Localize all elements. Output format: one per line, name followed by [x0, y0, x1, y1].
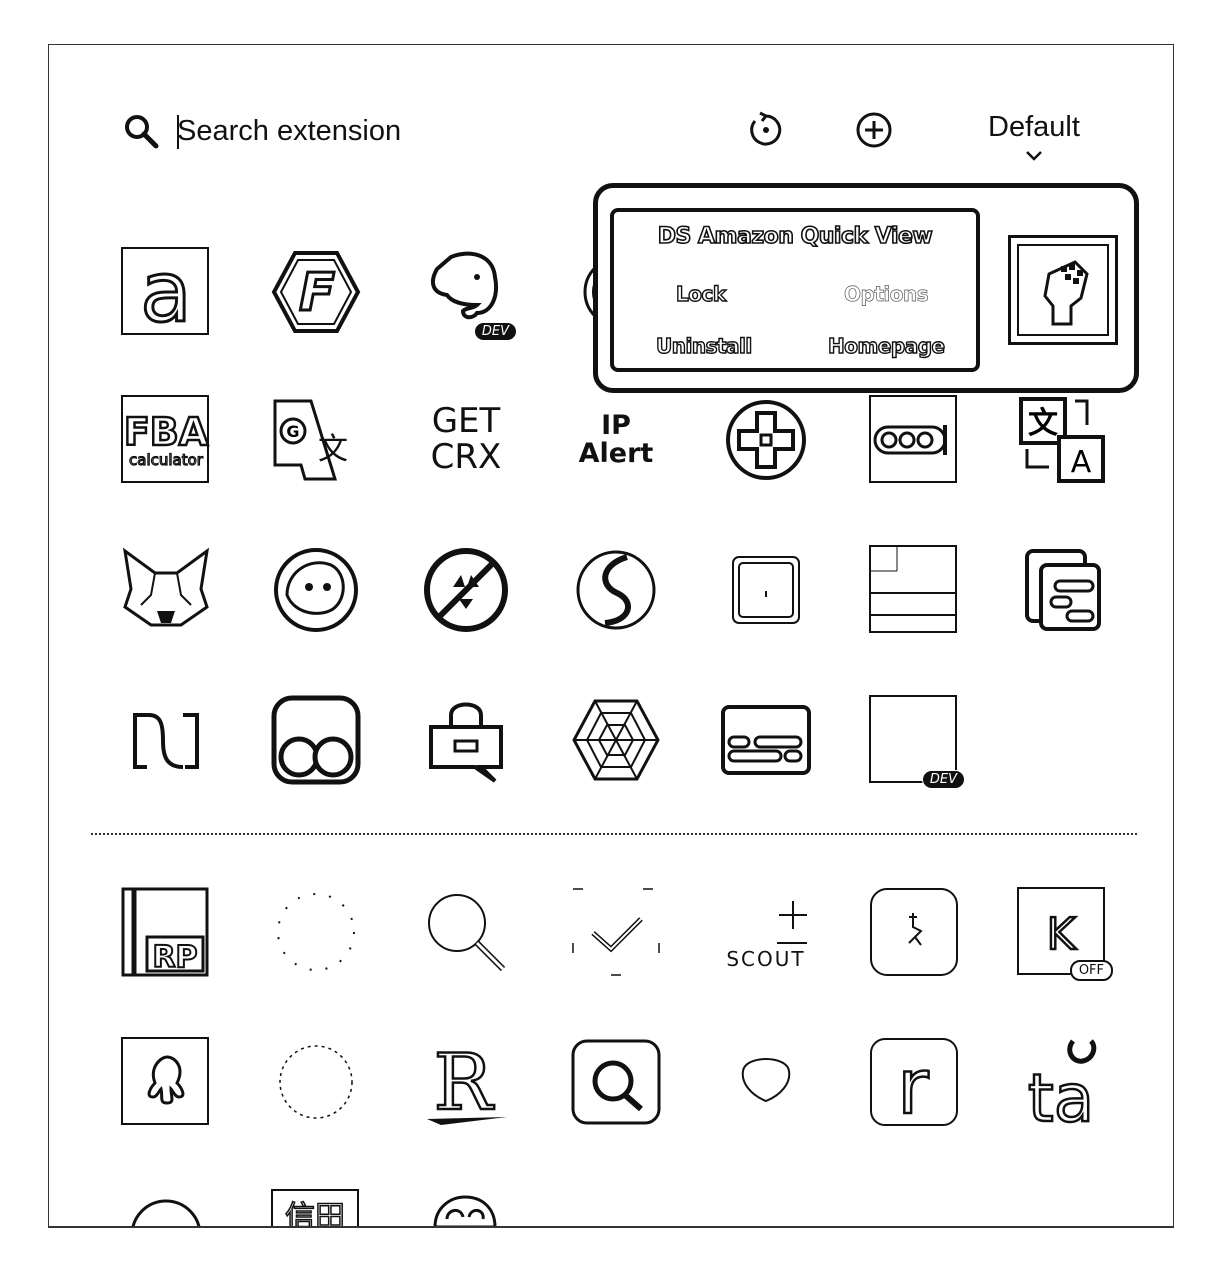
svg-text:G: G — [286, 422, 299, 441]
uninstall-button[interactable]: Uninstall — [655, 333, 753, 358]
options-button[interactable]: Options — [844, 282, 929, 307]
dev-badge: DEV — [473, 322, 517, 341]
extension-dotted-circle[interactable] — [271, 887, 361, 977]
extension-half-circle[interactable] — [121, 1187, 211, 1226]
extension-copy-cards[interactable] — [1017, 545, 1107, 635]
chevron-down-icon — [1026, 151, 1042, 161]
ta-text: ta — [1028, 1060, 1094, 1127]
svg-text:A: A — [1071, 445, 1092, 480]
extension-check-box[interactable] — [571, 887, 661, 977]
popup-extension-icon — [1008, 235, 1118, 345]
popup-menu: DS Amazon Quick View Lock Options Uninst… — [610, 208, 980, 372]
lock-button[interactable]: Lock — [675, 281, 727, 306]
extension-blank-dev[interactable]: DEV — [869, 695, 965, 789]
extension-ooo[interactable] — [869, 395, 959, 485]
extension-metamask[interactable] — [121, 545, 211, 635]
off-badge: OFF — [1069, 960, 1113, 981]
extension-rounded-tile[interactable] — [869, 887, 959, 977]
extension-ghost-face[interactable] — [271, 545, 361, 635]
extension-get-crx[interactable]: GET CRX — [421, 395, 511, 485]
fist-icon — [1043, 260, 1089, 326]
profile-select-label: Default — [988, 111, 1080, 143]
extension-cloud-pattern[interactable] — [421, 1187, 511, 1226]
search-icon — [125, 115, 159, 149]
header: Default — [49, 45, 1173, 185]
extension-ip-alert[interactable]: IP Alert — [571, 395, 661, 485]
extension-lock-chat[interactable] — [421, 695, 511, 785]
extension-context-popup: DS Amazon Quick View Lock Options Uninst… — [593, 183, 1139, 393]
svg-text:文: 文 — [1028, 406, 1058, 441]
dev-badge: DEV — [921, 770, 965, 789]
r-small-letter: r — [897, 1042, 929, 1127]
svg-text:信田: 信田 — [285, 1200, 345, 1226]
extension-fba-calculator[interactable]: FBA calculator — [121, 395, 211, 485]
homepage-button[interactable]: Homepage — [827, 333, 945, 358]
calculator-text: calculator — [129, 451, 204, 469]
extension-double-circle[interactable] — [271, 695, 361, 785]
extension-keyboard-card[interactable] — [721, 695, 811, 785]
extension-blank-square[interactable] — [721, 545, 811, 635]
extension-chinese-tile[interactable]: 信田 — [271, 1187, 361, 1226]
extension-manager-panel: Default a F DEV DS Amazon Quick View Loc… — [48, 44, 1174, 1226]
extension-ta[interactable]: ta — [1017, 1037, 1107, 1127]
scout-text: SCOUT — [726, 947, 806, 971]
k-letter: K — [1047, 909, 1077, 960]
svg-text:文: 文 — [318, 432, 348, 467]
extension-k-off[interactable]: K OFF — [1017, 887, 1113, 981]
extension-s-wave[interactable] — [571, 545, 661, 635]
profile-select[interactable]: Default — [979, 111, 1089, 171]
section-divider — [91, 833, 1137, 835]
get-text: GET — [431, 401, 501, 442]
extension-magnifier[interactable] — [421, 887, 511, 977]
popup-title: DS Amazon Quick View — [657, 223, 934, 250]
extension-translator[interactable]: 文 A — [1017, 395, 1107, 485]
panel-bottom-border — [48, 1226, 1174, 1228]
extension-faint-circle[interactable] — [271, 1037, 361, 1127]
refresh-icon[interactable] — [745, 109, 787, 151]
extension-window-panels[interactable] — [869, 545, 959, 635]
extension-octopus[interactable] — [121, 1037, 211, 1127]
extension-r-rounded[interactable]: r — [869, 1037, 959, 1127]
text-caret — [177, 115, 179, 149]
f-letter: F — [299, 263, 335, 323]
extension-bracket-n[interactable] — [121, 695, 211, 785]
ip-text: IP — [601, 409, 631, 441]
extension-search-tile[interactable] — [571, 1037, 661, 1127]
extension-google-translate[interactable]: G 文 — [271, 395, 361, 485]
extension-evernote-dev[interactable]: DEV — [421, 247, 517, 341]
extension-rp[interactable]: RP — [121, 887, 211, 977]
crx-text: CRX — [430, 437, 502, 477]
extension-no-radiation[interactable] — [421, 545, 511, 635]
fba-text: FBA — [124, 410, 209, 454]
extension-amazon[interactable]: a — [121, 247, 211, 337]
amazon-letter: a — [140, 247, 191, 337]
extension-scout[interactable]: SCOUT — [721, 887, 811, 977]
extension-drop-circle[interactable] — [721, 1037, 811, 1127]
r-big-letter: R — [434, 1038, 495, 1127]
extension-hex-web[interactable] — [571, 695, 661, 785]
search-input[interactable] — [177, 111, 597, 151]
rp-text: RP — [152, 940, 197, 975]
extension-gamepad[interactable] — [721, 395, 811, 485]
plus-circle-icon[interactable] — [853, 109, 895, 151]
extension-f-hexagon[interactable]: F — [271, 247, 361, 337]
extension-r-underline[interactable]: R — [421, 1037, 511, 1127]
alert-text: Alert — [578, 438, 654, 469]
